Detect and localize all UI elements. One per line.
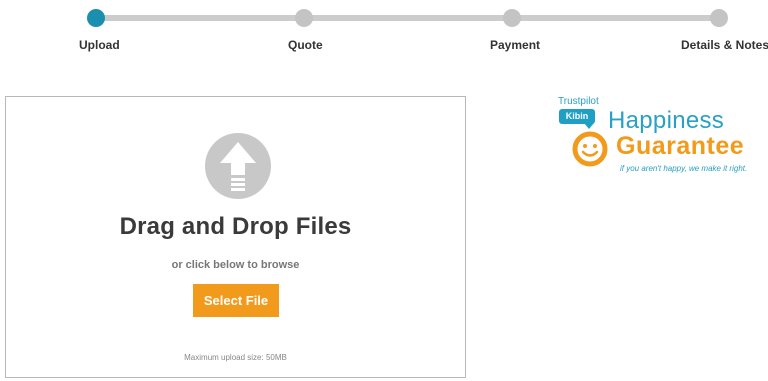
- happiness-guarantee-badge: Trustpilot Kibin Happiness Guarantee if …: [556, 94, 764, 178]
- guarantee-text: Guarantee: [616, 132, 745, 160]
- drop-zone-subtitle: or click below to browse: [171, 259, 300, 271]
- drop-zone-title: Drag and Drop Files: [119, 213, 352, 240]
- happiness-text: Happiness: [608, 107, 725, 134]
- upload-size-limit: Maximum upload size: 50MB: [184, 353, 287, 362]
- step-quote-label: Quote: [288, 38, 323, 52]
- step-quote-dot[interactable]: [295, 9, 313, 27]
- step-upload-dot[interactable]: [87, 9, 105, 27]
- select-file-button[interactable]: Select File: [193, 284, 279, 317]
- progress-stepper: Upload Quote Payment Details & Notes: [0, 0, 768, 60]
- smiley-face-icon: [572, 131, 608, 167]
- stepper-track: [96, 15, 719, 21]
- step-payment-dot[interactable]: [503, 9, 521, 27]
- trustpilot-label: Trustpilot: [558, 96, 599, 107]
- kibin-logo: Kibin: [559, 109, 595, 124]
- step-details-label: Details & Notes: [681, 38, 768, 52]
- upload-arrow-icon: [205, 133, 271, 199]
- file-drop-zone[interactable]: Drag and Drop Files or click below to br…: [5, 96, 466, 378]
- step-payment-label: Payment: [490, 38, 541, 52]
- step-upload-label: Upload: [79, 38, 120, 52]
- step-details-dot[interactable]: [710, 9, 728, 27]
- guarantee-tagline: if you aren't happy, we make it right.: [620, 164, 748, 173]
- kibin-bubble-tail: [584, 123, 594, 129]
